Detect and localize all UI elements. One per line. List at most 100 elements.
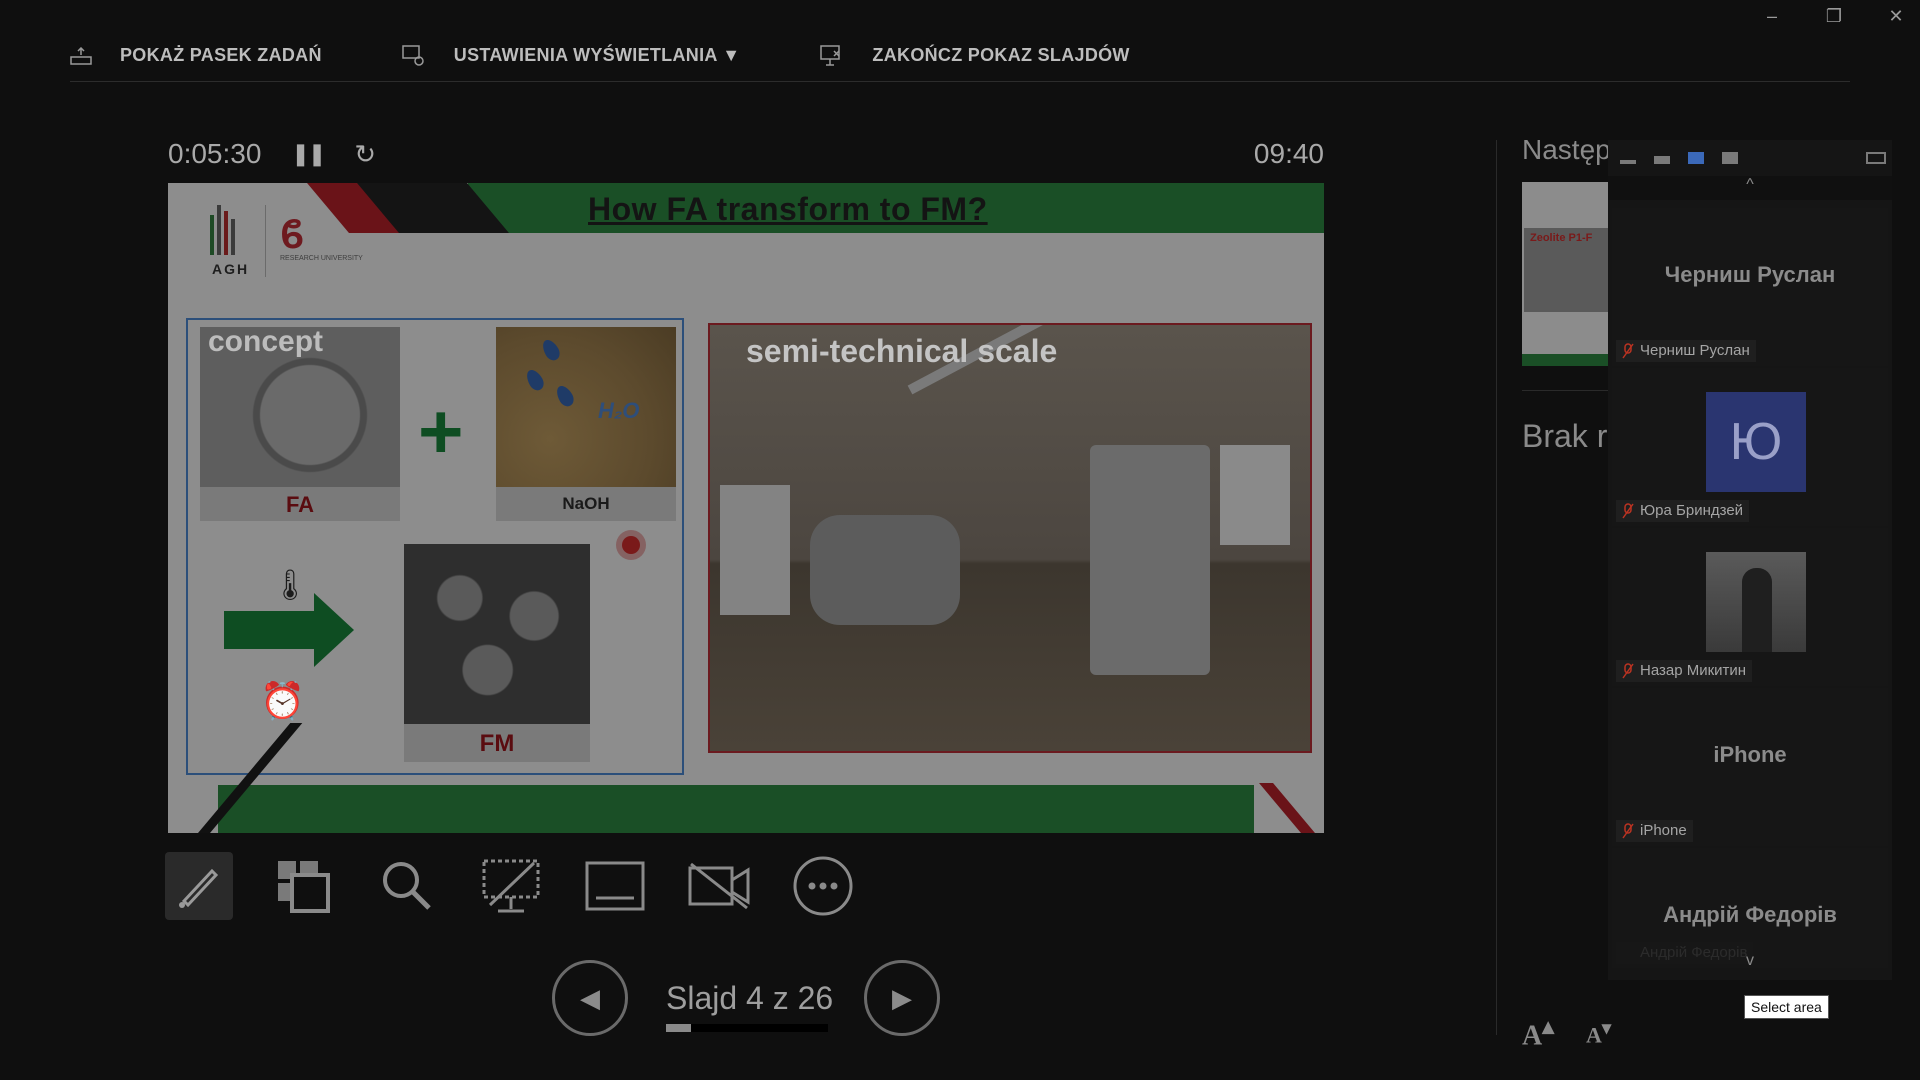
strip-view-icon[interactable]: [1688, 152, 1704, 164]
naoh-caption: NaOH: [496, 487, 676, 521]
reset-timer-icon[interactable]: ↻: [354, 139, 376, 170]
chevron-right-icon: ▶: [892, 982, 912, 1013]
restore-button[interactable]: ❐: [1822, 6, 1846, 27]
pause-timer-icon[interactable]: ❚❚: [291, 141, 326, 167]
chevron-left-icon: ◀: [580, 982, 600, 1013]
scroll-down-button[interactable]: v: [1608, 952, 1892, 976]
current-time: 09:40: [1253, 138, 1324, 169]
fm-caption: FM: [404, 724, 590, 762]
slide-progress-bar: [666, 1024, 828, 1032]
slide-progress-fill: [666, 1024, 691, 1032]
next-slide-button[interactable]: ▶: [864, 960, 940, 1036]
increase-font-button[interactable]: A▴: [1522, 1012, 1554, 1052]
participant-tile[interactable]: Черниш Руслан Черниш Руслан: [1612, 208, 1888, 366]
participant-name: iPhone: [1616, 820, 1693, 842]
next-slide-thumbnail[interactable]: Zeolite P1-F: [1522, 182, 1608, 366]
process-arrow-head: [314, 593, 354, 667]
concept-label: concept: [208, 325, 324, 358]
research-university-text: RESEARCH UNIVERSITY: [280, 255, 363, 262]
pen-icon: [179, 868, 219, 908]
notes-divider: [1522, 390, 1608, 391]
slide-footer-red-stripe: [1259, 783, 1315, 833]
participant-display-name: Андрій Федорів: [1663, 902, 1837, 927]
all-slides-icon: [278, 861, 330, 913]
window-controls: – ❐ ✕: [1760, 6, 1908, 27]
next-slide-title: Zeolite P1-F: [1530, 232, 1593, 244]
end-slideshow-icon: [820, 44, 841, 66]
black-screen-button[interactable]: [477, 852, 545, 920]
minimize-button[interactable]: –: [1760, 6, 1784, 27]
decrease-font-button[interactable]: A▾: [1586, 1018, 1611, 1048]
semi-technical-photo: semi-technical scale: [708, 323, 1312, 753]
display-settings-button[interactable]: USTAWIENIA WYŚWIETLANIA ▼: [402, 44, 741, 67]
logo-divider: [265, 205, 266, 277]
muted-mic-icon: [1622, 823, 1634, 839]
process-arrow-icon: [224, 611, 316, 649]
participant-name-text: Юра Бриндзей: [1640, 502, 1744, 519]
see-all-slides-button[interactable]: [269, 852, 337, 920]
font-decrease-icon: A: [1586, 1022, 1602, 1048]
camera-off-icon: [688, 862, 750, 910]
semi-technical-label: semi-technical scale: [746, 333, 1058, 369]
zoom-button[interactable]: [373, 852, 441, 920]
participant-tile[interactable]: Андрій Федорів Андрій Федорів: [1612, 848, 1888, 968]
exit-panel-icon[interactable]: [1866, 152, 1886, 164]
end-slideshow-label: ZAKOŃCZ POKAZ SLAJDÓW: [872, 45, 1130, 65]
fm-sem-image: [404, 544, 590, 724]
slide-counter: Slajd 4 z 26: [666, 980, 834, 1016]
participant-name-text: iPhone: [1640, 822, 1687, 839]
participant-tile[interactable]: iPhone iPhone: [1612, 688, 1888, 846]
top-toolbar: POKAŻ PASEK ZADAŃ USTAWIENIA WYŚWIETLANI…: [70, 30, 1850, 82]
more-icon: [793, 856, 853, 916]
presenter-tools: [165, 852, 857, 920]
participant-display-name: iPhone: [1713, 742, 1787, 767]
select-area-tooltip: Select area: [1744, 995, 1829, 1019]
photo-cabinet: [720, 485, 790, 615]
research-university-logo: ϐ: [280, 213, 305, 257]
display-settings-label: USTAWIENIA WYŚWIETLANIA ▼: [453, 45, 741, 65]
layout-toolbar: [1608, 140, 1892, 176]
magnifier-icon: [383, 862, 431, 910]
participant-tile[interactable]: Ю Юра Бриндзей: [1612, 368, 1888, 526]
close-button[interactable]: ✕: [1884, 6, 1908, 27]
alarm-clock-icon: ⏰: [260, 680, 305, 721]
photo-drum: [810, 515, 960, 625]
water-drop-icon: [553, 382, 577, 410]
font-increase-icon: A: [1522, 1020, 1543, 1052]
timer-row: 0:05:30 ❚❚ ↻ 09:40: [168, 136, 1324, 172]
elapsed-timer: 0:05:30: [168, 138, 262, 169]
subtitles-button[interactable]: [581, 852, 649, 920]
participant-display-name: Черниш Руслан: [1664, 262, 1836, 287]
agh-logo-text: AGH: [212, 261, 250, 277]
thermometer-icon: 🌡: [271, 569, 310, 602]
next-slide-band: [1522, 354, 1608, 366]
participants-panel: ^ Черниш Руслан Черниш Руслан Ю Юра Брин…: [1608, 140, 1892, 980]
participant-name: Назар Микитин: [1616, 660, 1753, 682]
black-screen-icon: [482, 859, 540, 913]
show-taskbar-button[interactable]: POKAŻ PASEK ZADAŃ: [70, 45, 322, 66]
camera-button[interactable]: [685, 852, 753, 920]
speaker-view-icon[interactable]: [1654, 156, 1670, 164]
slide-title: How FA transform to FM?: [588, 191, 988, 227]
photo-control-panel: [1220, 445, 1290, 545]
water-drop-icon: [539, 336, 563, 364]
laser-pointer: [622, 536, 640, 554]
previous-slide-button[interactable]: ◀: [552, 960, 628, 1036]
scroll-up-button[interactable]: ^: [1608, 176, 1892, 200]
end-slideshow-button[interactable]: ZAKOŃCZ POKAZ SLAJDÓW: [820, 44, 1130, 67]
participant-tile[interactable]: Назар Микитин: [1612, 528, 1888, 686]
participant-name: Черниш Руслан: [1616, 340, 1756, 362]
muted-mic-icon: [1622, 663, 1634, 679]
more-options-button[interactable]: [789, 852, 857, 920]
agh-logo: [210, 205, 250, 255]
minimize-view-icon[interactable]: [1620, 160, 1636, 164]
gallery-view-icon[interactable]: [1722, 152, 1738, 164]
avatar: Ю: [1706, 392, 1806, 492]
current-slide[interactable]: How FA transform to FM? AGH ϐ RESEARCH U…: [168, 183, 1324, 833]
slide-navigation: ◀ Slajd 4 z 26 ▶: [552, 960, 942, 1036]
pen-tool-button[interactable]: [165, 852, 233, 920]
next-slide-heading: Następ: [1522, 134, 1611, 165]
participant-name-text: Черниш Руслан: [1640, 342, 1750, 359]
plus-icon: +: [418, 387, 464, 475]
h2o-label: H₂O: [598, 398, 640, 423]
